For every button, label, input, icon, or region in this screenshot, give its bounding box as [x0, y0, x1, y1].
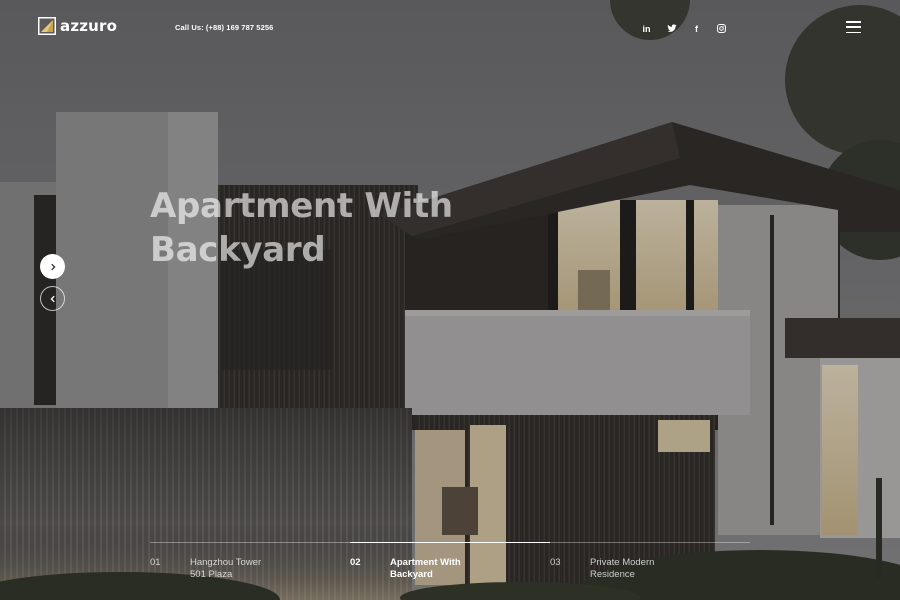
logo-mark-icon: [38, 17, 56, 35]
hero-title-line-1: Apartment With: [150, 186, 453, 226]
hero-background-image: [0, 0, 900, 600]
slide-number: 03: [550, 557, 561, 568]
slide-number: 02: [350, 557, 361, 568]
slide-number: 01: [150, 557, 161, 568]
facebook-icon[interactable]: f: [690, 22, 703, 35]
slide-tab-01[interactable]: 01 Hangzhou Tower 501 Plaza: [150, 542, 350, 600]
slide-title: Hangzhou Tower 501 Plaza: [190, 557, 262, 580]
brand-logo[interactable]: azzuro: [38, 17, 117, 35]
next-slide-button[interactable]: [40, 254, 65, 279]
instagram-icon[interactable]: [715, 22, 728, 35]
hamburger-menu-icon[interactable]: [846, 21, 861, 33]
call-us-text: Call Us: (+88) 169 787 5256: [175, 23, 274, 32]
slide-tab-02[interactable]: 02 Apartment With Backyard: [350, 542, 550, 600]
hero-title-line-2: Backyard: [150, 230, 326, 270]
social-links: in f: [640, 22, 728, 35]
chevron-right-icon: [50, 263, 56, 270]
slide-navigation: 01 Hangzhou Tower 501 Plaza 02 Apartment …: [150, 542, 750, 600]
hero-slider: azzuro Call Us: (+88) 169 787 5256 in f …: [0, 0, 900, 600]
prev-slide-button[interactable]: [40, 286, 65, 311]
linkedin-icon[interactable]: in: [640, 22, 653, 35]
site-header: azzuro Call Us: (+88) 169 787 5256 in f: [0, 0, 900, 56]
slide-tab-03[interactable]: 03 Private Modern Residence: [550, 542, 750, 600]
chevron-left-icon: [49, 295, 55, 302]
slide-title: Apartment With Backyard: [390, 557, 461, 580]
brand-name: azzuro: [60, 17, 118, 35]
slide-title: Private Modern Residence: [590, 557, 655, 580]
hero-title: Apartment With Backyard: [150, 184, 530, 272]
twitter-icon[interactable]: [665, 22, 678, 35]
